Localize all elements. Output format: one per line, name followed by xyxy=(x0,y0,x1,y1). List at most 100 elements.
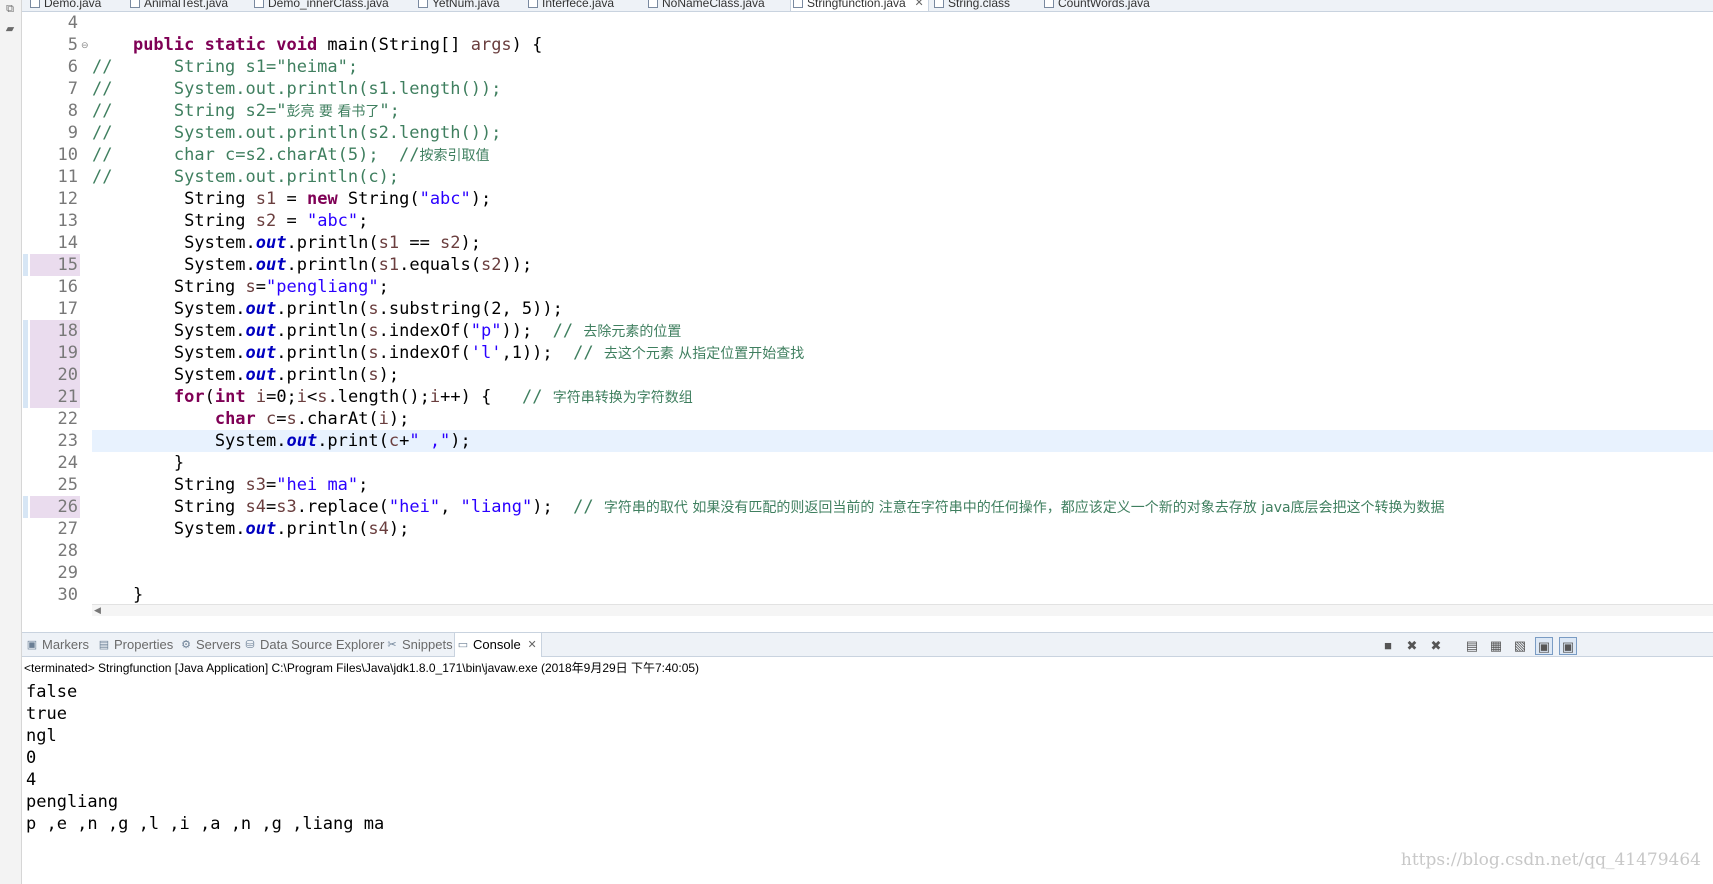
code-text-area[interactable]: public static void main(String[] args) {… xyxy=(92,12,1713,616)
code-line[interactable]: } xyxy=(92,452,1713,474)
panel-tab-servers[interactable]: ⚙ Servers xyxy=(178,633,241,657)
code-token: s1 xyxy=(255,189,277,209)
editor-tab-label: YetNum.java xyxy=(432,0,500,10)
console-output-line: pengliang xyxy=(26,792,119,812)
word-wrap-icon[interactable]: ▧ xyxy=(1511,637,1529,655)
editor-tab[interactable]: Interfece.java xyxy=(526,0,614,11)
editor-tab[interactable]: Demo.java xyxy=(28,0,101,11)
code-line[interactable]: System.out.println(s.indexOf('l',1)); //… xyxy=(92,342,1713,364)
code-line[interactable]: String s="pengliang"; xyxy=(92,276,1713,298)
code-token: ); xyxy=(388,409,410,429)
code-line[interactable]: // char c=s2.charAt(5); //按索引取值 xyxy=(92,144,1713,166)
line-number: 26 xyxy=(30,496,80,518)
code-token: s3 xyxy=(245,475,267,495)
close-icon[interactable]: ✕ xyxy=(915,0,924,11)
code-line[interactable]: for(int i=0;i<s.length();i++) { // 字符串转换… xyxy=(92,386,1713,408)
console-output-line: 0 xyxy=(26,748,37,768)
editor-tab[interactable]: NoNameClass.java xyxy=(646,0,765,11)
code-token: char xyxy=(214,409,256,429)
restore-icon[interactable]: ⧉ xyxy=(2,2,18,16)
editor-tab-strip: Demo.java AnimalTest.java Demo_innerClass.… xyxy=(22,0,1713,12)
code-token: // System.out.println(c); xyxy=(92,167,400,187)
editor-tab[interactable]: Demo_innerClass.java xyxy=(252,0,389,11)
markers-icon: ▣ xyxy=(26,639,38,651)
code-line[interactable]: } xyxy=(92,584,1713,606)
clear-console-icon[interactable]: ▤ xyxy=(1463,637,1481,655)
java-file-icon xyxy=(648,0,658,8)
code-line[interactable]: System.out.println(s4); xyxy=(92,518,1713,540)
code-line[interactable]: System.out.println(s.indexOf("p")); // 去… xyxy=(92,320,1713,342)
editor-tab[interactable]: CountWords.java xyxy=(1042,0,1150,11)
line-number: 11 xyxy=(57,167,78,187)
close-icon[interactable]: ✕ xyxy=(527,633,536,657)
panel-tab-label: Markers xyxy=(42,637,89,652)
code-token: // System.out.println(s1.length()); xyxy=(92,79,502,99)
code-line[interactable]: System.out.println(s.substring(2, 5)); xyxy=(92,298,1713,320)
code-line[interactable]: String s3="hei ma"; xyxy=(92,474,1713,496)
line-number: 22 xyxy=(57,409,78,429)
editor-tab[interactable]: YetNum.java xyxy=(416,0,500,11)
code-line[interactable]: String s4=s3.replace("hei", "liang"); //… xyxy=(92,496,1713,518)
scroll-lock-icon[interactable]: ▦ xyxy=(1487,637,1505,655)
package-icon[interactable]: ▰ xyxy=(2,22,18,36)
code-line[interactable]: char c=s.charAt(i); xyxy=(92,408,1713,430)
panel-tab-data-source-explorer[interactable]: ⛁ Data Source Explorer xyxy=(242,633,384,657)
remove-launch-icon[interactable]: ✖ xyxy=(1403,637,1421,655)
remove-all-terminated-icon[interactable]: ✖ xyxy=(1427,637,1445,655)
code-line[interactable] xyxy=(92,562,1713,584)
code-line[interactable]: String s2 = "abc"; xyxy=(92,210,1713,232)
code-token: out xyxy=(255,255,287,275)
terminate-icon[interactable]: ■ xyxy=(1379,637,1397,655)
code-token: s4 xyxy=(368,519,389,539)
panel-tab-label: Console xyxy=(473,637,521,652)
code-line[interactable]: // String s2="彭亮 要 看书了"; xyxy=(92,100,1713,122)
panel-tab-markers[interactable]: ▣ Markers xyxy=(24,633,89,657)
code-token: out xyxy=(245,321,277,341)
code-token: String xyxy=(92,475,246,495)
console-output-line: 4 xyxy=(26,770,37,790)
console-icon: ▭ xyxy=(457,639,469,651)
code-token: // String s1="heima"; xyxy=(92,57,359,77)
code-token: ); xyxy=(532,497,574,517)
panel-tab-properties[interactable]: ▤ Properties xyxy=(96,633,173,657)
code-token: "abc" xyxy=(419,189,471,209)
code-line[interactable] xyxy=(92,540,1713,562)
java-file-icon xyxy=(418,0,428,8)
panel-tab-console[interactable]: ▭ Console ✕ xyxy=(454,633,542,657)
editor-tab[interactable]: String.class xyxy=(932,0,1011,11)
change-marker xyxy=(23,254,28,276)
show-on-output-icon[interactable]: ▣ xyxy=(1535,637,1553,655)
code-line[interactable] xyxy=(92,12,1713,34)
code-line[interactable]: // String s1="heima"; xyxy=(92,56,1713,78)
code-line[interactable]: public static void main(String[] args) { xyxy=(92,34,1713,56)
editor-tab[interactable]: AnimalTest.java xyxy=(128,0,228,11)
editor-tab[interactable]: Stringfunction.java ✕ xyxy=(790,0,929,11)
code-line[interactable]: // System.out.println(s2.length()); xyxy=(92,122,1713,144)
code-token: .println( xyxy=(276,321,369,341)
code-line[interactable]: String s1 = new String("abc"); xyxy=(92,188,1713,210)
code-line[interactable]: System.out.println(s1.equals(s2)); xyxy=(92,254,1713,276)
code-token: out xyxy=(245,299,277,319)
line-number: 18 xyxy=(30,320,80,342)
code-editor[interactable]: 4 5 ⊖ 6 7 8 9 10 11 12 13 14 15 16 17 18 19 20 21 22 23 24 25 2… xyxy=(22,12,1713,616)
code-line[interactable]: System.out.println(s); xyxy=(92,364,1713,386)
line-number: 27 xyxy=(57,519,78,539)
line-number: 13 xyxy=(57,211,78,231)
console-output[interactable]: false true ngl 0 4 pengliang p ,e ,n ,g ,l ,i … xyxy=(26,681,1706,835)
code-token: System. xyxy=(92,233,256,253)
code-line[interactable]: // System.out.println(c); xyxy=(92,166,1713,188)
java-file-icon xyxy=(528,0,538,8)
code-line[interactable]: System.out.print(c+" ,"); xyxy=(92,430,1713,452)
scroll-left-icon[interactable]: ◀ xyxy=(94,605,101,616)
editor-tab-label: String.class xyxy=(948,0,1011,10)
fold-collapse-icon[interactable]: ⊖ xyxy=(81,34,89,56)
panel-tab-snippets[interactable]: ✂ Snippets xyxy=(384,633,452,657)
horizontal-scrollbar[interactable]: ◀ xyxy=(92,604,1713,616)
code-line[interactable]: System.out.println(s1 == s2); xyxy=(92,232,1713,254)
show-on-error-icon[interactable]: ▣ xyxy=(1559,637,1577,655)
code-token: = xyxy=(266,475,277,495)
code-token: .equals( xyxy=(399,255,481,275)
editor-tab-label: Stringfunction.java xyxy=(807,0,906,10)
code-line[interactable]: // System.out.println(s1.length()); xyxy=(92,78,1713,100)
